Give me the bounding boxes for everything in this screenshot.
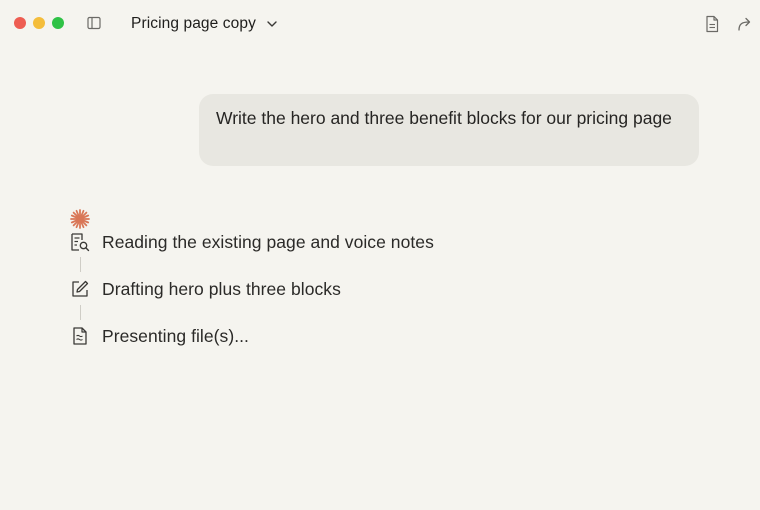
edit-icon	[72, 280, 89, 297]
minimize-window-button[interactable]	[33, 17, 45, 29]
title-bar: Pricing page copy	[0, 0, 760, 48]
close-window-button[interactable]	[14, 17, 26, 29]
assistant-steps: Reading the existing page and voice note…	[70, 230, 670, 360]
step-connector	[80, 305, 81, 320]
step-label: Presenting file(s)...	[102, 325, 249, 346]
chevron-down-icon	[267, 21, 277, 27]
user-message-bubble: Write the hero and three benefit blocks …	[199, 94, 699, 166]
conversation-title: Pricing page copy	[131, 15, 256, 32]
assistant-spark-icon	[70, 209, 90, 229]
step-label: Reading the existing page and voice note…	[102, 231, 434, 252]
step-label: Drafting hero plus three blocks	[102, 278, 341, 299]
step-item[interactable]: Presenting file(s)...	[70, 324, 249, 348]
app-window: Pricing page copy Write the hero and thr…	[0, 0, 760, 510]
sidebar-toggle-icon[interactable]	[87, 16, 101, 30]
document-icon[interactable]	[704, 15, 720, 33]
conversation-title-dropdown[interactable]: Pricing page copy	[131, 14, 278, 34]
user-message-text: Write the hero and three benefit blocks …	[216, 108, 672, 128]
step-item[interactable]: Drafting hero plus three blocks	[70, 277, 341, 301]
step-item[interactable]: Reading the existing page and voice note…	[70, 230, 434, 254]
maximize-window-button[interactable]	[52, 17, 64, 29]
share-icon[interactable]	[737, 15, 753, 33]
file-icon	[73, 327, 87, 345]
step-connector	[80, 257, 81, 272]
document-search-icon	[71, 233, 90, 252]
